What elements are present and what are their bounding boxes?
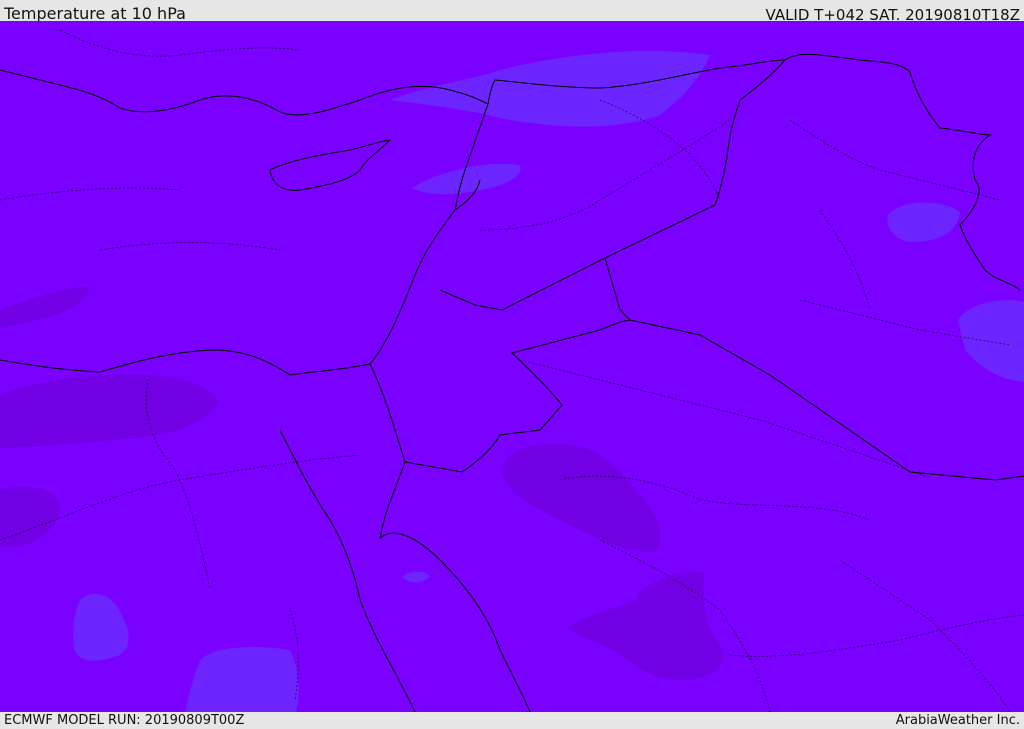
footer-bar: ECMWF MODEL RUN: 20190809T00Z ArabiaWeat… <box>0 712 1024 729</box>
header-bar: Temperature at 10 hPa VALID T+042 SAT. 2… <box>0 0 1024 24</box>
model-run-label: ECMWF MODEL RUN: 20190809T00Z <box>4 713 245 728</box>
weather-map <box>0 21 1024 712</box>
credit-label: ArabiaWeather Inc. <box>895 713 1020 728</box>
admin-borders <box>0 29 1024 712</box>
cool-temperature-patches <box>73 50 1024 712</box>
map-canvas <box>0 29 1024 712</box>
